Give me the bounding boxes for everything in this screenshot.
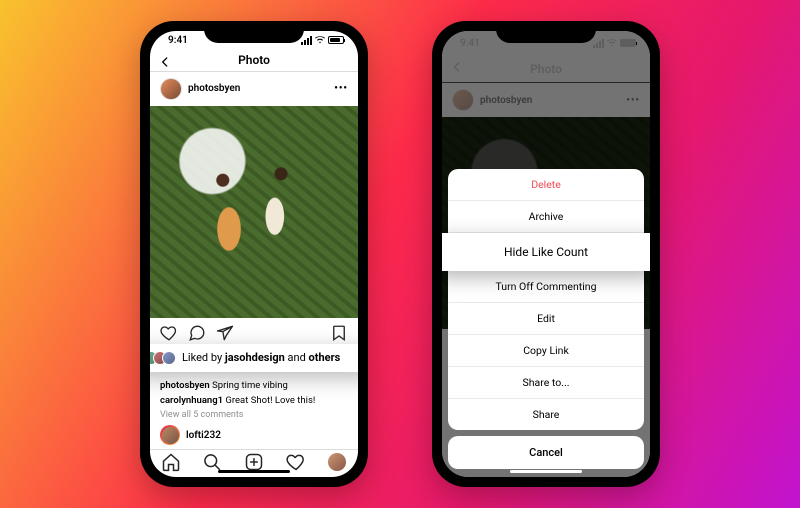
status-time: 9:41	[168, 35, 188, 46]
battery-icon	[328, 36, 344, 44]
phone-mockup-left: 9:41 Photo photosbyen •••	[140, 21, 368, 487]
sheet-share[interactable]: Share	[448, 399, 644, 430]
post-header: photosbyen •••	[150, 72, 358, 106]
sheet-turn-off-commenting[interactable]: Turn Off Commenting	[448, 271, 644, 303]
more-icon[interactable]: •••	[334, 83, 348, 94]
sheet-edit[interactable]: Edit	[448, 303, 644, 335]
sheet-hide-like-count[interactable]: Hide Like Count	[442, 233, 650, 271]
post-caption: photosbyen Spring time vibing	[150, 378, 358, 393]
sheet-cancel[interactable]: Cancel	[448, 436, 644, 469]
heart-icon[interactable]	[160, 324, 178, 342]
sheet-archive[interactable]: Archive	[448, 201, 644, 233]
signal-icon	[301, 36, 312, 45]
story-row[interactable]: lofti232	[150, 421, 358, 449]
sheet-copy-link[interactable]: Copy Link	[448, 335, 644, 367]
nav-title: Photo	[238, 53, 270, 67]
post-photo[interactable]	[150, 106, 358, 318]
home-indicator	[218, 470, 290, 473]
view-all-comments[interactable]: View all 5 comments	[150, 408, 358, 421]
liked-by-popover: Liked by jasohdesign and others	[150, 344, 358, 372]
back-icon[interactable]	[158, 55, 172, 69]
liked-by-text: Liked by jasohdesign and others	[182, 351, 340, 364]
home-icon[interactable]	[161, 452, 181, 472]
liker-avatars	[150, 351, 176, 365]
add-post-icon[interactable]	[244, 452, 264, 472]
search-icon[interactable]	[202, 452, 222, 472]
sheet-share-to[interactable]: Share to...	[448, 367, 644, 399]
home-indicator	[510, 470, 582, 473]
phone-notch	[496, 21, 596, 43]
phone-notch	[204, 21, 304, 43]
sheet-delete[interactable]: Delete	[448, 169, 644, 201]
nav-bar: Photo	[150, 50, 358, 72]
action-sheet: Delete Archive Hide Like Count Turn Off …	[442, 169, 650, 477]
post-actions	[150, 318, 358, 344]
story-username: lofti232	[186, 430, 221, 441]
phone-mockup-right: 9:41 Photo photosbyen ••• Delete Archive…	[432, 21, 660, 487]
share-icon[interactable]	[216, 324, 234, 342]
story-avatar[interactable]	[160, 425, 180, 445]
post-comment: carolynhuang1 Great Shot! Love this!	[150, 393, 358, 408]
bookmark-icon[interactable]	[330, 324, 348, 342]
avatar[interactable]	[160, 78, 182, 100]
post-username[interactable]: photosbyen	[188, 83, 328, 94]
profile-icon[interactable]	[327, 452, 347, 472]
activity-icon[interactable]	[286, 452, 306, 472]
comment-icon[interactable]	[188, 324, 206, 342]
wifi-icon	[315, 36, 325, 44]
